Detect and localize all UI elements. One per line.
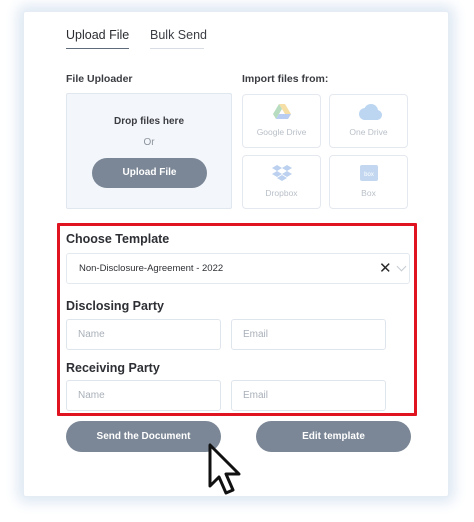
box-icon: box (359, 164, 379, 187)
drop-files-text: Drop files here (113, 116, 185, 127)
import-one-drive[interactable]: One Drive (329, 94, 408, 148)
box-label: Box (361, 188, 376, 198)
receiving-email-input[interactable] (231, 380, 386, 411)
disclosing-party-label: Disclosing Party (66, 299, 164, 313)
svg-text:box: box (364, 172, 374, 178)
file-uploader-label: File Uploader (66, 73, 133, 85)
clear-icon[interactable]: ✕ (379, 260, 392, 277)
tab-upload-file[interactable]: Upload File (66, 28, 129, 49)
google-drive-label: Google Drive (256, 127, 307, 137)
receiving-party-label: Receiving Party (66, 361, 160, 375)
drop-zone[interactable]: Drop files here Or Upload File (66, 93, 232, 209)
tab-bulk-send[interactable]: Bulk Send (150, 28, 207, 49)
disclosing-name-input[interactable] (66, 319, 221, 350)
dropbox-label: Dropbox (265, 188, 298, 198)
import-box[interactable]: box Box (329, 155, 408, 209)
receiving-name-input[interactable] (66, 380, 221, 411)
dropbox-icon (271, 164, 292, 187)
one-drive-label: One Drive (349, 127, 388, 137)
template-selected-value: Non-Disclosure-Agreement - 2022 (79, 263, 224, 274)
mouse-cursor-icon (206, 442, 248, 503)
choose-template-label: Choose Template (66, 232, 170, 246)
import-files-label: Import files from: (242, 73, 329, 85)
send-document-button[interactable]: Send the Document (66, 421, 221, 452)
import-dropbox[interactable]: Dropbox (242, 155, 321, 209)
or-text: Or (143, 137, 155, 148)
chevron-down-icon (396, 261, 407, 272)
import-google-drive[interactable]: Google Drive (242, 94, 321, 148)
edit-template-button[interactable]: Edit template (256, 421, 411, 452)
onedrive-cloud-icon (355, 103, 383, 126)
disclosing-email-input[interactable] (231, 319, 386, 350)
template-select[interactable]: Non-Disclosure-Agreement - 2022 ✕ (66, 253, 410, 284)
upload-file-button[interactable]: Upload File (92, 158, 207, 188)
google-drive-icon (272, 103, 292, 126)
